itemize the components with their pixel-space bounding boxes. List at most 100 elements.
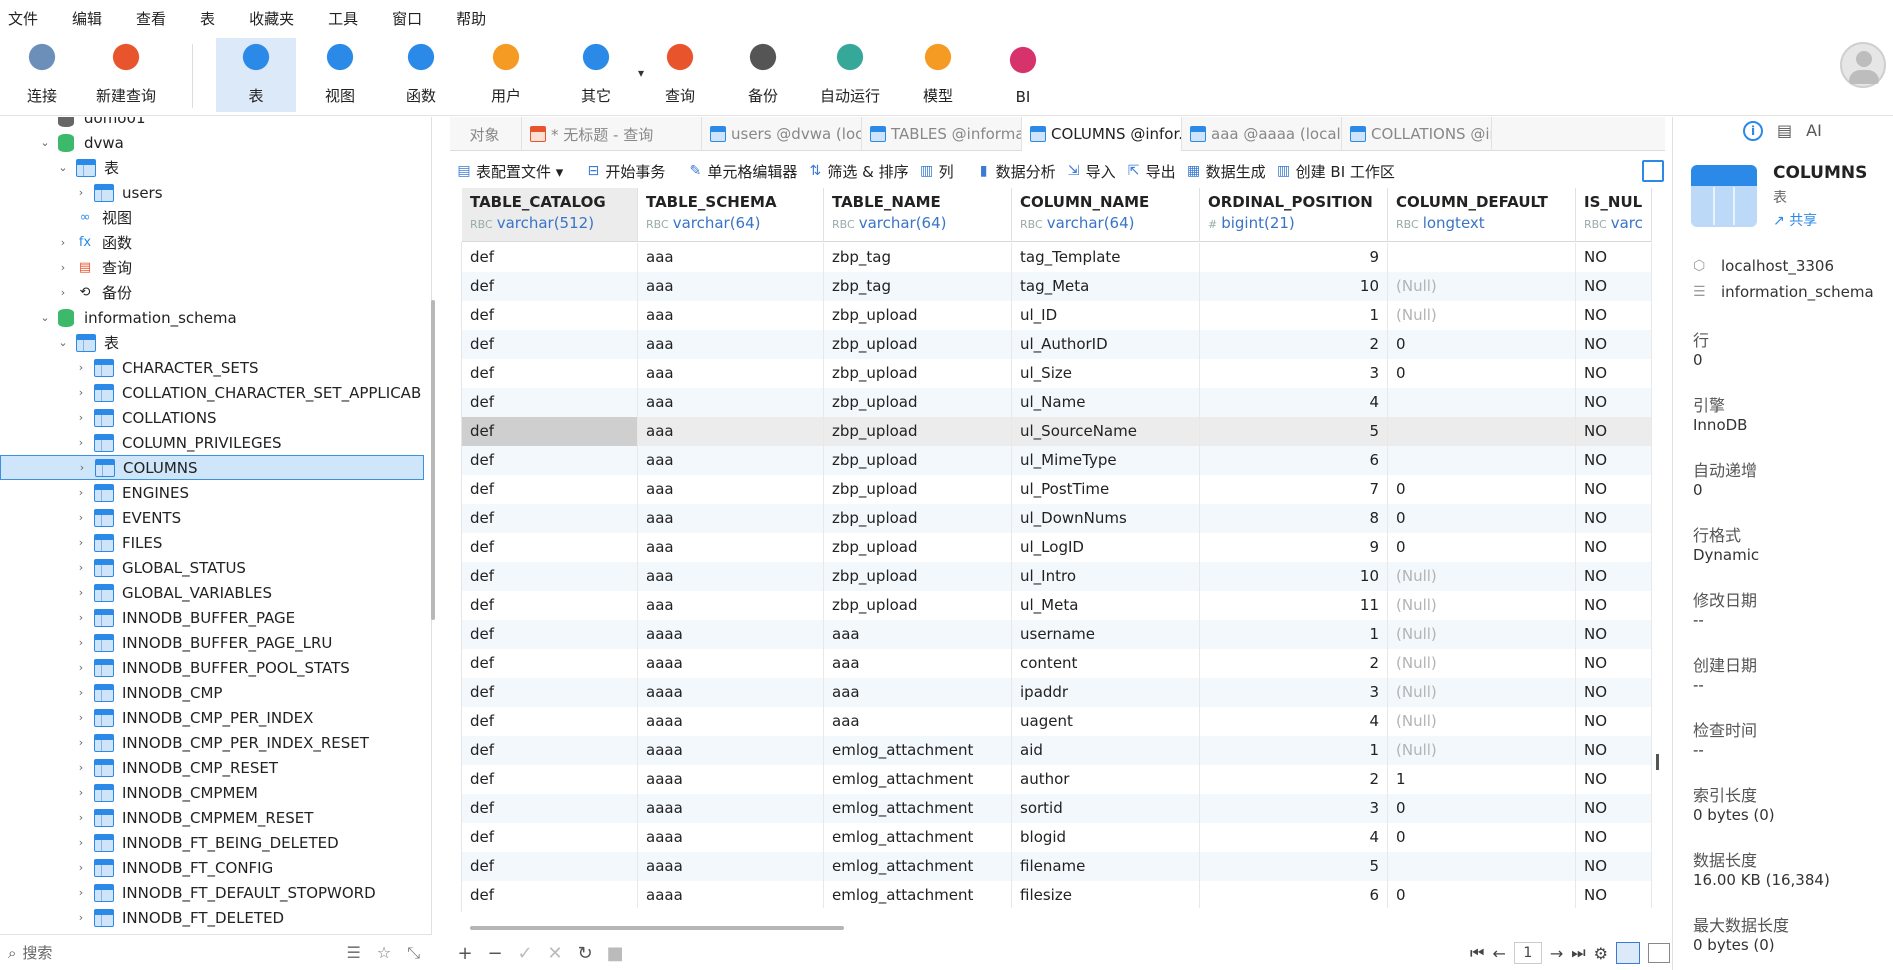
table-row[interactable]: def aaa zbp_upload ul_DownNums 8 0 NO [462,504,1652,533]
table-cell[interactable]: def [462,359,638,388]
toolbar-button-1[interactable]: 新建查询 [86,38,166,112]
table-cell[interactable]: NO [1576,881,1652,908]
table-cell[interactable]: 0 [1388,504,1576,533]
table-row[interactable]: def aaa zbp_upload ul_Size 3 0 NO [462,359,1652,388]
chevron-right-icon[interactable]: › [56,261,70,275]
chevron-right-icon[interactable]: › [74,411,88,425]
refresh-icon[interactable]: ↻ [570,943,600,964]
table-cell[interactable]: 9 [1200,243,1388,272]
table-row[interactable]: def aaa zbp_upload ul_Name 4 NO [462,388,1652,417]
table-cell[interactable]: NO [1576,359,1652,388]
first-page-icon[interactable]: ⏮ [1470,943,1484,963]
table-row[interactable]: def aaaa emlog_attachment filesize 6 0 NO [462,881,1652,908]
table-cell[interactable]: def [462,475,638,504]
table-cell[interactable]: 6 [1200,881,1388,908]
table-cell[interactable]: aaa [824,620,1012,649]
tree-item[interactable]: domo01 [0,117,424,130]
table-cell[interactable]: NO [1576,388,1652,417]
table-cell[interactable]: 5 [1200,852,1388,881]
table-cell[interactable]: NO [1576,620,1652,649]
fullscreen-icon[interactable] [1642,160,1664,182]
table-row[interactable]: def aaa zbp_upload ul_PostTime 7 0 NO [462,475,1652,504]
table-cell[interactable]: 0 [1388,794,1576,823]
table-cell[interactable]: aaa [638,359,824,388]
table-cell[interactable]: NO [1576,330,1652,359]
table-cell[interactable]: aaa [638,562,824,591]
table-cell[interactable]: 4 [1200,707,1388,736]
chevron-right-icon[interactable]: › [75,461,89,475]
table-cell[interactable]: NO [1576,533,1652,562]
table-cell[interactable]: blogid [1012,823,1200,852]
collapse-icon[interactable]: ⤡ [407,943,420,963]
tree-item[interactable]: › GLOBAL_STATUS [0,555,424,580]
table-cell[interactable]: 0 [1388,823,1576,852]
vertical-scrollbar[interactable] [1656,754,1659,770]
table-cell[interactable]: aaaa [638,707,824,736]
editor-tab[interactable]: TABLES @informati... [862,117,1022,151]
table-cell[interactable]: aaa [638,533,824,562]
table-row[interactable]: def aaaa emlog_attachment aid 1 (Null) NO [462,736,1652,765]
table-cell[interactable]: NO [1576,504,1652,533]
toolbar-button-6[interactable]: 其它 [556,38,636,112]
chevron-right-icon[interactable]: › [74,536,88,550]
table-cell[interactable]: NO [1576,736,1652,765]
table-cell[interactable]: ul_AuthorID [1012,330,1200,359]
table-row[interactable]: def aaa zbp_tag tag_Template 9 NO [462,243,1652,272]
table-toolbar-button[interactable]: ▤ 表配置文件 ▾ [456,161,563,182]
tree-item[interactable]: › ▤ 查询 [0,255,424,280]
table-row[interactable]: def aaaa emlog_attachment blogid 4 0 NO [462,823,1652,852]
tree-item[interactable]: › INNODB_CMP_PER_INDEX_RESET [0,730,424,755]
tree-item[interactable]: › INNODB_BUFFER_PAGE_LRU [0,630,424,655]
table-cell[interactable]: 6 [1200,446,1388,475]
menu-item[interactable]: 收藏夹 [249,8,294,29]
menu-item[interactable]: 表 [200,8,215,29]
table-cell[interactable]: 9 [1200,533,1388,562]
sidebar-search[interactable]: ⌕ 搜索 ☰ ☆ ⤡ [0,934,432,970]
menu-item[interactable]: 编辑 [72,8,102,29]
editor-tab[interactable]: COLLATIONS @inf... [1342,117,1492,151]
table-cell[interactable]: def [462,678,638,707]
tree-item[interactable]: › EVENTS [0,505,424,530]
menu-item[interactable]: 帮助 [456,8,486,29]
table-cell[interactable]: aaaa [638,765,824,794]
dropdown-arrow-icon[interactable]: ▾ [638,66,644,80]
table-cell[interactable]: 1 [1388,765,1576,794]
table-cell[interactable]: tag_Template [1012,243,1200,272]
toolbar-button-4[interactable]: 函数 [381,38,461,112]
editor-tab[interactable]: users @dvwa (local... [702,117,862,151]
table-cell[interactable]: 10 [1200,272,1388,301]
page-number-input[interactable]: 1 [1513,942,1542,964]
table-cell[interactable]: (Null) [1388,301,1576,330]
next-page-icon[interactable]: → [1550,944,1563,963]
table-cell[interactable]: 0 [1388,330,1576,359]
table-cell[interactable]: filesize [1012,881,1200,908]
chevron-right-icon[interactable]: › [74,611,88,625]
table-cell[interactable]: ul_PostTime [1012,475,1200,504]
prev-page-icon[interactable]: ← [1492,944,1505,963]
filter-icon[interactable]: ☰ [347,943,361,963]
table-cell[interactable]: zbp_upload [824,388,1012,417]
table-cell[interactable]: (Null) [1388,649,1576,678]
tree-item[interactable]: › INNODB_FT_CONFIG [0,855,424,880]
toolbar-button-9[interactable]: 自动运行 [810,38,890,112]
chevron-right-icon[interactable]: › [74,761,88,775]
table-cell[interactable]: aaaa [638,649,824,678]
chevron-down-icon[interactable]: ⌄ [56,161,70,175]
ai-icon[interactable]: AI [1806,121,1822,141]
toolbar-button-11[interactable]: BI [983,38,1063,112]
table-cell[interactable]: aaa [638,243,824,272]
toolbar-button-7[interactable]: 查询 [640,38,720,112]
table-cell[interactable]: 2 [1200,330,1388,359]
table-cell[interactable]: filename [1012,852,1200,881]
table-cell[interactable]: def [462,330,638,359]
table-cell[interactable] [1388,417,1576,446]
add-record-icon[interactable]: + [450,943,480,964]
table-cell[interactable]: def [462,417,638,446]
toolbar-button-5[interactable]: 用户 [466,38,546,112]
tree-item[interactable]: › COLUMN_PRIVILEGES [0,430,424,455]
table-cell[interactable]: NO [1576,649,1652,678]
chevron-right-icon[interactable]: › [74,436,88,450]
chevron-down-icon[interactable]: ⌄ [56,336,70,350]
table-toolbar-button[interactable]: ⇱ 导出 [1126,161,1176,182]
table-cell[interactable]: zbp_upload [824,417,1012,446]
